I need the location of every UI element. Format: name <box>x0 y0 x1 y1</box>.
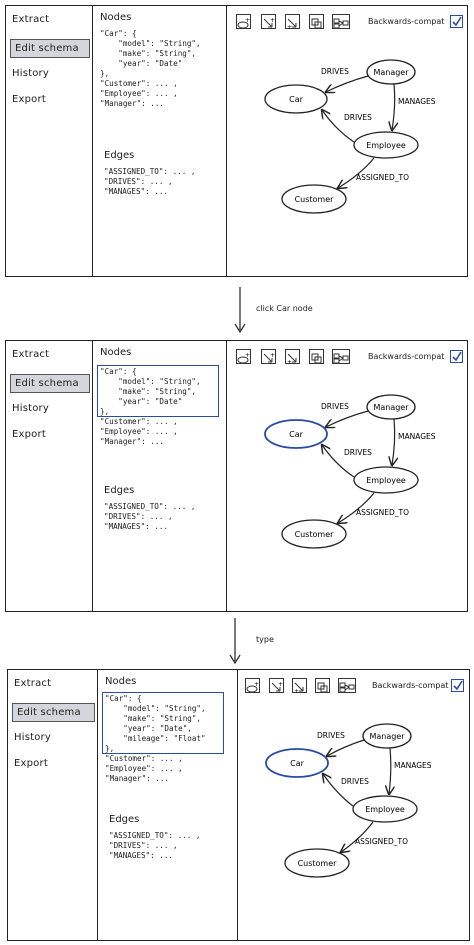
nav-item-edit-schema[interactable]: Edit schema <box>12 703 95 722</box>
edge-drives-label: DRIVES <box>344 113 372 122</box>
nav-item-extract[interactable]: Extract <box>12 349 49 360</box>
panel-car-selected: Extract Edit schema History Export Nodes… <box>5 340 468 612</box>
nodes-code[interactable]: "Car": { "model": "String", "make": "Str… <box>100 367 201 447</box>
edge-drives-label: DRIVES <box>321 67 349 76</box>
nodes-title: Nodes <box>105 676 137 687</box>
edge-drives-manager-car[interactable] <box>327 739 365 756</box>
edge-drives-manager-car[interactable] <box>326 75 369 92</box>
schema-editor[interactable]: Nodes "Car": { "model": "String", "make"… <box>92 6 227 276</box>
sidebar: Extract Edit schema History Export <box>6 6 93 276</box>
edge-manages-label: MANAGES <box>394 761 432 770</box>
edges-title: Edges <box>109 814 140 825</box>
nav-item-export[interactable]: Export <box>12 429 46 440</box>
step-label-click: click Car node <box>256 304 313 313</box>
manager-node-label: Manager <box>369 732 405 741</box>
edge-drives-label: DRIVES <box>344 448 372 457</box>
schema-editor[interactable]: Nodes "Car": { "model": "String", "make"… <box>97 670 238 940</box>
step-label-type: type <box>256 635 274 644</box>
edge-drives-manager-car[interactable] <box>326 410 369 427</box>
edge-assigned-to-label: ASSIGNED_TO <box>355 837 408 846</box>
nav-item-history[interactable]: History <box>12 403 49 414</box>
panel-initial: Extract Edit schema History Export Nodes… <box>5 5 468 277</box>
edges-code[interactable]: "ASSIGNED_TO": ... , "DRIVES": ... , "MA… <box>109 831 200 861</box>
schema-editor[interactable]: Nodes "Car": { "model": "String", "make"… <box>92 341 227 611</box>
nav-item-edit-schema[interactable]: Edit schema <box>10 374 90 393</box>
car-node-label: Car <box>290 759 304 768</box>
sidebar: Extract Edit schema History Export <box>6 341 93 611</box>
car-node-label: Car <box>289 95 303 104</box>
edge-drives-label: DRIVES <box>317 731 345 740</box>
employee-node-label: Employee <box>366 476 406 485</box>
edge-manages[interactable] <box>392 83 395 130</box>
edge-assigned-to-label: ASSIGNED_TO <box>356 508 409 517</box>
edge-manages-label: MANAGES <box>398 432 436 441</box>
edge-assigned-to-label: ASSIGNED_TO <box>356 173 409 182</box>
nav-item-extract[interactable]: Extract <box>12 14 49 25</box>
step-arrow-down <box>234 287 246 334</box>
manager-node-label: Manager <box>373 403 409 412</box>
schema-graph[interactable]: Manager Car Employee Customer DRIVES MAN… <box>226 6 469 278</box>
nav-item-history[interactable]: History <box>14 732 51 743</box>
nodes-code[interactable]: "Car": { "model": "String", "make": "Str… <box>105 694 206 784</box>
graph-canvas[interactable]: + + + Backwards-compat Manager Car Emplo… <box>226 341 467 611</box>
edges-code[interactable]: "ASSIGNED_TO": ... , "DRIVES": ... , "MA… <box>104 167 195 197</box>
graph-canvas[interactable]: + + + Backwards-compat Manager Car Emplo… <box>226 6 467 276</box>
schema-graph[interactable]: Manager Car Employee Customer DRIVES MAN… <box>226 341 469 613</box>
edges-title: Edges <box>104 485 135 496</box>
nodes-title: Nodes <box>100 347 132 358</box>
employee-node-label: Employee <box>366 141 406 150</box>
step-arrow-down <box>229 618 241 665</box>
panel-field-added: Extract Edit schema History Export Nodes… <box>7 669 470 941</box>
edges-title: Edges <box>104 150 135 161</box>
nav-item-extract[interactable]: Extract <box>14 678 51 689</box>
car-node-label: Car <box>289 430 303 439</box>
schema-graph[interactable]: Manager Car Employee Customer DRIVES MAN… <box>237 670 471 942</box>
edge-manages[interactable] <box>389 747 391 794</box>
customer-node-label: Customer <box>295 530 335 539</box>
graph-canvas[interactable]: + + + Backwards-compat Manager Car Emplo… <box>237 670 469 940</box>
nodes-code[interactable]: "Car": { "model": "String", "make": "Str… <box>100 29 201 109</box>
nav-item-edit-schema[interactable]: Edit schema <box>10 39 90 58</box>
nav-item-export[interactable]: Export <box>12 94 46 105</box>
nav-item-history[interactable]: History <box>12 68 49 79</box>
customer-node-label: Customer <box>295 195 335 204</box>
edge-manages[interactable] <box>392 418 395 465</box>
employee-node-label: Employee <box>365 805 405 814</box>
edges-code[interactable]: "ASSIGNED_TO": ... , "DRIVES": ... , "MA… <box>104 502 195 532</box>
manager-node-label: Manager <box>373 68 409 77</box>
nodes-title: Nodes <box>100 12 132 23</box>
sidebar: Extract Edit schema History Export <box>8 670 98 940</box>
edge-manages-label: MANAGES <box>398 97 436 106</box>
edge-drives-label: DRIVES <box>321 402 349 411</box>
edge-drives-label: DRIVES <box>341 777 369 786</box>
nav-item-export[interactable]: Export <box>14 758 48 769</box>
customer-node-label: Customer <box>298 859 338 868</box>
